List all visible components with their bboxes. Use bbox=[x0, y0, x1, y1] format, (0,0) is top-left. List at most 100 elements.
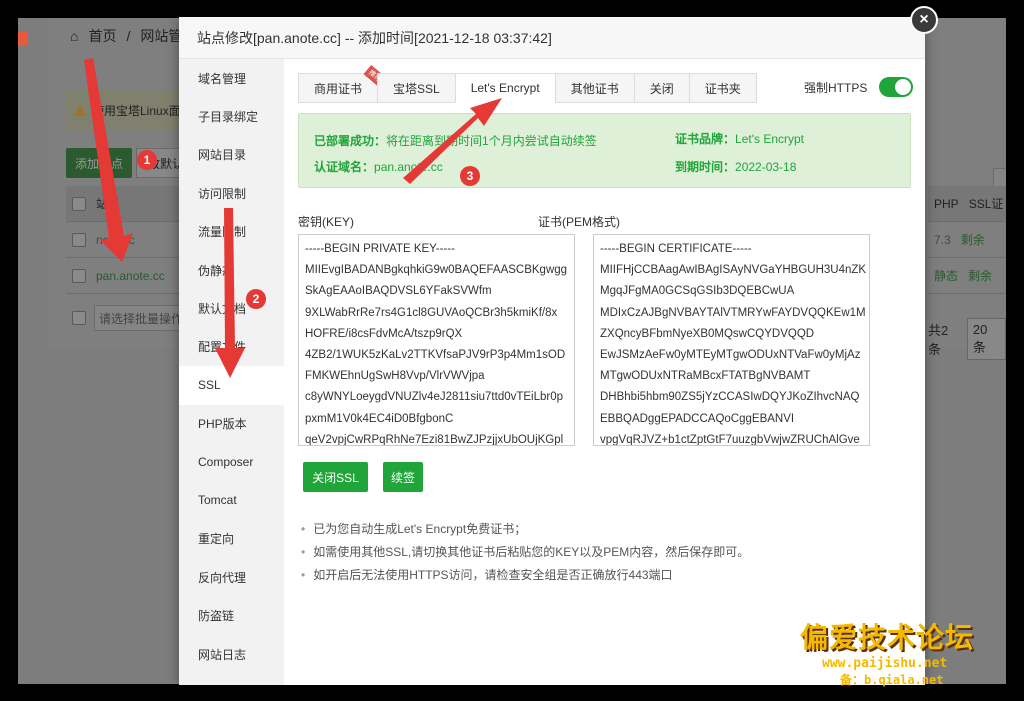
ssl-tabs: 商用证书 推荐 宝塔SSL Let's Encrypt 其他证书 关闭 证书夹 bbox=[298, 64, 757, 103]
cert-line: ZXQncyBFbmNyeXB0MQswCQYDVQQD bbox=[600, 327, 815, 340]
close-ssl-button[interactable]: 关闭SSL bbox=[303, 462, 368, 492]
cert-expire-label: 到期时间： bbox=[675, 160, 736, 174]
ssl-status[interactable]: 剩余 bbox=[968, 267, 992, 284]
total-count: 共2条 bbox=[928, 323, 949, 357]
renew-button[interactable]: 续签 bbox=[383, 462, 423, 492]
key-line: FMKWEhnUgSwH8Vvp/VlrVWVjpa bbox=[305, 370, 485, 383]
watermark: 偏爱技术论坛 www.paijishu.net 备：b.qiala.net bbox=[800, 616, 1005, 688]
key-line: 4ZB2/1WUK5zKaLv2TTKVfsaPJV9rP3p4Mm1sOD bbox=[305, 349, 566, 362]
sidebar-item-access-limit[interactable]: 访问限制 bbox=[179, 174, 284, 212]
cert-line: -----BEGIN CERTIFICATE----- bbox=[600, 243, 752, 255]
key-line: HOFRE/i8csFdvMcA/tszp9rQX bbox=[305, 327, 463, 340]
table-header: 站名 bbox=[66, 186, 196, 222]
tip-text: 使用宝塔Linux面 bbox=[92, 103, 181, 118]
sidebar-item-ssl[interactable]: SSL bbox=[179, 366, 284, 405]
breadcrumb-current: 网站管 bbox=[140, 28, 183, 44]
force-https-label: 强制HTTPS bbox=[804, 80, 868, 95]
tab-lets-encrypt[interactable]: Let's Encrypt bbox=[454, 73, 555, 103]
sidebar-item-default-doc[interactable]: 默认文档 bbox=[179, 289, 284, 327]
batch-checkbox[interactable] bbox=[72, 311, 86, 325]
key-line: pxmM1V0k4EC4iD0BfgbonC bbox=[305, 412, 454, 425]
cert-expire-value: 2022-03-18 bbox=[735, 160, 797, 174]
note-item: 如需使用其他SSL,请切换其他证书后粘贴您的KEY以及PEM内容，然后保存即可。 bbox=[301, 540, 749, 563]
deploy-status: 已部署成功：将在距离到期时间1个月内尝试自动续签 bbox=[314, 132, 597, 149]
col-ssl-header: SSL证 bbox=[968, 197, 1004, 211]
sidebar-item-reverse-proxy[interactable]: 反向代理 bbox=[179, 558, 284, 596]
cert-brand-value: Let's Encrypt bbox=[735, 132, 805, 146]
breadcrumb-home[interactable]: 首页 bbox=[88, 26, 116, 46]
note-item: 如开启后无法使用HTTPS访问，请检查安全组是否正确放行443端口 bbox=[301, 563, 749, 586]
toggle-knob bbox=[895, 79, 912, 95]
table-right-columns: PHP SSL证 7.3 剩余 静态 剩余 bbox=[928, 186, 1006, 294]
app-tab-marker bbox=[18, 32, 28, 46]
tab-close[interactable]: 关闭 bbox=[633, 73, 689, 103]
warning-icon bbox=[74, 104, 86, 116]
site-link[interactable]: pan.anote.cc bbox=[96, 269, 165, 283]
cert-line: MDIxCzAJBgNVBAYTAlVTMRYwFAYDVQQKEw1M bbox=[600, 306, 866, 319]
force-https: 强制HTTPS bbox=[804, 77, 914, 97]
table-header-right: PHP SSL证 bbox=[928, 186, 1006, 222]
modal-sidebar: 域名管理 子目录绑定 网站目录 访问限制 流量限制 伪静态 默认文档 配置文件 … bbox=[179, 59, 284, 685]
cert-label: 证书(PEM格式) bbox=[538, 215, 620, 229]
sidebar-item-php-version[interactable]: PHP版本 bbox=[179, 405, 284, 443]
cert-expire: 到期时间：2022-03-18 bbox=[675, 158, 796, 175]
table-row: note.cc bbox=[66, 222, 196, 258]
col-php-header: PHP bbox=[934, 196, 959, 211]
col-site-header[interactable]: 站名 bbox=[96, 195, 120, 212]
certificate-textarea[interactable]: -----BEGIN CERTIFICATE----- MIIFHjCCBAag… bbox=[593, 234, 870, 446]
sidebar-item-site-dir[interactable]: 网站目录 bbox=[179, 136, 284, 174]
cert-domain: 认证域名：pan.anote.cc bbox=[314, 158, 443, 175]
breadcrumb-separator: / bbox=[126, 28, 131, 44]
batch-bar: 请选择批量操作 bbox=[66, 303, 196, 333]
cert-line: MIIFHjCCBAagAwIBAgISAyNVGaYHBGUH3U4nZK bbox=[600, 264, 867, 277]
watermark-backup-url: 备：b.qiala.net bbox=[840, 673, 944, 687]
step-badge-3: 3 bbox=[460, 166, 480, 186]
table-row-right: 7.3 剩余 bbox=[928, 222, 1006, 258]
watermark-title: 偏爱技术论坛 bbox=[800, 621, 975, 654]
sidebar-item-subdir[interactable]: 子目录绑定 bbox=[179, 97, 284, 135]
sidebar-item-tomcat[interactable]: Tomcat bbox=[179, 481, 284, 519]
select-all-checkbox[interactable] bbox=[72, 196, 86, 211]
sidebar-item-config-file[interactable]: 配置文件 bbox=[179, 328, 284, 366]
tab-commercial-cert[interactable]: 商用证书 推荐 bbox=[298, 64, 387, 103]
watermark-url: www.paijishu.net bbox=[822, 656, 948, 671]
page-size-select[interactable]: 20条 bbox=[966, 318, 1006, 360]
key-line: qeV2vpjCwRPqRhNe7Ezi81BwZJPzjjxUbOUjKGpl bbox=[305, 433, 564, 446]
home-icon: ⌂ bbox=[70, 28, 79, 44]
tab-cert-folder[interactable]: 证书夹 bbox=[688, 73, 757, 103]
batch-select[interactable]: 请选择批量操作 bbox=[94, 305, 184, 331]
key-line: MIIEvgIBADANBgkqhkiG9w0BAQEFAASCBKgwgg bbox=[305, 264, 568, 277]
tab-other-cert[interactable]: 其他证书 bbox=[554, 73, 634, 103]
ssl-status[interactable]: 剩余 bbox=[961, 231, 985, 248]
tab-bt-ssl[interactable]: 宝塔SSL bbox=[377, 73, 455, 103]
site-link[interactable]: note.cc bbox=[96, 233, 135, 247]
row-checkbox[interactable] bbox=[72, 232, 86, 247]
modal-title: 站点修改[pan.anote.cc] -- 添加时间[2021-12-18 03… bbox=[179, 17, 925, 59]
key-line: 9XLWabRrRe7rs4G1cl8GUVAoQCBr3h5kmiKf/8x bbox=[305, 306, 558, 319]
note-item: 已为您自动生成Let's Encrypt免费证书； bbox=[301, 517, 749, 540]
force-https-toggle[interactable] bbox=[879, 77, 914, 97]
sidebar-item-traffic-limit[interactable]: 流量限制 bbox=[179, 213, 284, 251]
sidebar-item-site-log[interactable]: 网站日志 bbox=[179, 635, 284, 673]
php-version[interactable]: 静态 bbox=[934, 267, 958, 284]
deploy-status-label: 已部署成功： bbox=[314, 134, 387, 148]
sidebar-item-redirect[interactable]: 重定向 bbox=[179, 520, 284, 558]
sidebar-item-domain[interactable]: 域名管理 bbox=[179, 59, 284, 97]
tab-label: 商用证书 bbox=[314, 81, 363, 96]
modal-close-button[interactable]: × bbox=[910, 6, 938, 34]
cert-brand-label: 证书品牌： bbox=[675, 132, 736, 146]
step-badge-1: 1 bbox=[137, 150, 157, 170]
sidebar-item-composer[interactable]: Composer bbox=[179, 443, 284, 481]
table-row: pan.anote.cc bbox=[66, 258, 196, 294]
cert-domain-label: 认证域名： bbox=[314, 160, 375, 174]
site-table: 站名 note.cc pan.anote.cc bbox=[66, 186, 196, 294]
ssl-panel: 商用证书 推荐 宝塔SSL Let's Encrypt 其他证书 关闭 证书夹 … bbox=[284, 59, 925, 685]
sidebar-item-hotlink[interactable]: 防盗链 bbox=[179, 596, 284, 634]
add-site-button[interactable]: 添加站点 bbox=[66, 148, 132, 178]
row-checkbox[interactable] bbox=[72, 268, 86, 283]
cert-status-box: 已部署成功：将在距离到期时间1个月内尝试自动续签 认证域名：pan.anote.… bbox=[298, 113, 911, 188]
sidebar-item-rewrite[interactable]: 伪静态 bbox=[179, 251, 284, 289]
private-key-textarea[interactable]: -----BEGIN PRIVATE KEY----- MIIEvgIBADAN… bbox=[298, 234, 575, 446]
help-notes: 已为您自动生成Let's Encrypt免费证书； 如需使用其他SSL,请切换其… bbox=[301, 517, 749, 586]
php-version[interactable]: 7.3 bbox=[934, 233, 951, 247]
